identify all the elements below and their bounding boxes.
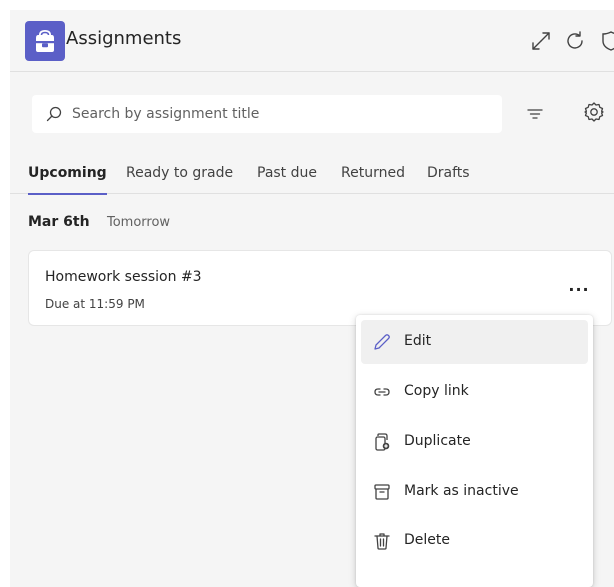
menu-item-label: Delete [404, 532, 450, 548]
search-box[interactable] [32, 95, 502, 133]
backpack-icon [25, 21, 65, 61]
assignment-title: Homework session #3 [45, 269, 202, 285]
assignment-due: Due at 11:59 PM [45, 297, 145, 311]
menu-item-label: Mark as inactive [404, 483, 519, 499]
context-menu: Edit Copy link Duplicate Mark as inactiv… [356, 315, 593, 587]
refresh-icon[interactable] [562, 28, 588, 54]
search-icon [46, 106, 62, 122]
expand-icon[interactable] [528, 28, 554, 54]
pencil-icon [372, 332, 392, 352]
menu-item-delete[interactable]: Delete [361, 519, 588, 563]
link-icon [372, 382, 392, 402]
duplicate-icon [372, 432, 392, 452]
tab-ready-to-grade[interactable]: Ready to grade [126, 165, 233, 194]
menu-item-label: Edit [404, 333, 432, 349]
tab-past-due[interactable]: Past due [257, 165, 317, 194]
trash-icon [372, 531, 392, 551]
group-relative-date: Tomorrow [107, 215, 171, 230]
archive-icon [372, 482, 392, 502]
filter-icon[interactable] [525, 104, 545, 124]
menu-item-label: Duplicate [404, 433, 471, 449]
page-title: Assignments [66, 28, 182, 49]
app-header: Assignments [10, 10, 614, 72]
menu-item-duplicate[interactable]: Duplicate [361, 420, 588, 464]
menu-item-label: Copy link [404, 383, 469, 399]
search-input[interactable] [72, 95, 492, 133]
tab-returned[interactable]: Returned [341, 165, 405, 194]
menu-item-edit[interactable]: Edit [361, 320, 588, 364]
menu-item-mark-inactive[interactable]: Mark as inactive [361, 470, 588, 514]
more-options-button[interactable]: ... [567, 278, 591, 299]
assignment-tabs: Upcoming Ready to grade Past due Returne… [10, 160, 614, 195]
shield-icon[interactable] [598, 28, 614, 54]
menu-item-copy-link[interactable]: Copy link [361, 370, 588, 414]
tab-upcoming[interactable]: Upcoming [28, 165, 107, 195]
tab-drafts[interactable]: Drafts [427, 165, 470, 194]
group-date: Mar 6th [28, 214, 90, 230]
assignments-app: Assignments Search by assignment title U… [10, 10, 614, 587]
gear-icon[interactable] [582, 100, 606, 124]
